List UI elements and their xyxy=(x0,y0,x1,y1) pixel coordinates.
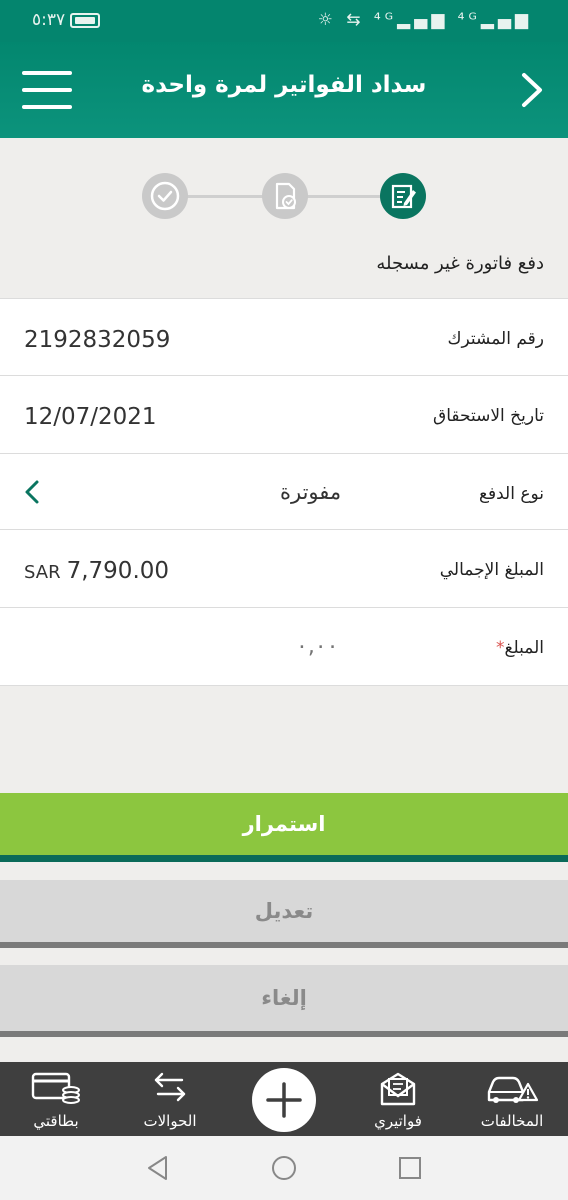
cancel-button[interactable]: إلغاء xyxy=(0,965,568,1037)
system-recents-icon[interactable] xyxy=(396,1154,424,1182)
step-confirm xyxy=(142,173,188,219)
car-warning-icon xyxy=(487,1076,539,1103)
bill-form: رقم المشترك 2192832059 تاريخ الاستحقاق 1… xyxy=(0,298,568,686)
nav-my-bills[interactable]: فواتيري xyxy=(348,1062,448,1136)
status-icons: ☼ ⇆ ⁴ᴳ▂▄▆ ⁴ᴳ▂▄▆ xyxy=(317,10,532,30)
due-date-row: تاريخ الاستحقاق 12/07/2021 xyxy=(0,376,568,454)
system-home-icon[interactable] xyxy=(270,1154,298,1182)
step-caption: دفع فاتورة غير مسجله xyxy=(376,253,544,274)
status-time: ٥:٣٧ xyxy=(32,10,66,30)
back-chevron-icon[interactable] xyxy=(518,72,546,108)
step-connector xyxy=(186,195,264,198)
step-review xyxy=(262,173,308,219)
chevron-left-icon[interactable] xyxy=(22,478,42,506)
doc-check-icon xyxy=(275,182,296,210)
system-back-icon[interactable] xyxy=(144,1154,172,1182)
amount-row: المبلغ* xyxy=(0,608,568,686)
cards-coins-icon xyxy=(31,1072,80,1104)
step-enter-details xyxy=(380,173,426,219)
bill-envelope-icon xyxy=(380,1072,416,1106)
transfer-arrows-icon xyxy=(154,1072,186,1102)
total-value: SAR 7,790.00 xyxy=(24,558,169,584)
continue-button[interactable]: استمرار xyxy=(0,793,568,862)
nav-my-bills-label: فواتيري xyxy=(374,1112,422,1130)
plus-icon xyxy=(266,1082,302,1118)
subscriber-value: 2192832059 xyxy=(24,327,171,353)
subscriber-label: رقم المشترك xyxy=(447,329,544,349)
nav-transfers[interactable]: الحوالات xyxy=(120,1062,220,1136)
amount-input[interactable] xyxy=(296,634,356,659)
payment-type-value[interactable]: مفوترة xyxy=(280,480,341,504)
nav-transfers-label: الحوالات xyxy=(143,1112,197,1130)
due-date-label: تاريخ الاستحقاق xyxy=(433,406,544,426)
amount-label-wrap: المبلغ* xyxy=(492,638,544,658)
status-bar: ٥:٣٧ ☼ ⇆ ⁴ᴳ▂▄▆ ⁴ᴳ▂▄▆ xyxy=(0,0,568,42)
payment-type-label: نوع الدفع xyxy=(478,484,544,504)
due-date-value: 12/07/2021 xyxy=(24,404,157,430)
edit-button[interactable]: تعديل xyxy=(0,880,568,948)
total-currency: SAR xyxy=(24,562,61,583)
nav-violations-label: المخالفات xyxy=(480,1112,544,1130)
total-row: المبلغ الإجمالي SAR 7,790.00 xyxy=(0,530,568,608)
nav-violations[interactable]: المخالفات xyxy=(462,1062,562,1136)
battery-icon xyxy=(70,13,100,28)
page-title: سداد الفواتير لمرة واحدة xyxy=(141,72,427,98)
amount-label: المبلغ xyxy=(504,638,544,658)
total-label: المبلغ الإجمالي xyxy=(439,560,544,580)
edit-doc-icon xyxy=(391,184,416,209)
step-connector xyxy=(306,195,382,198)
nav-my-cards[interactable]: بطاقتي xyxy=(6,1062,106,1136)
app-bar: سداد الفواتير لمرة واحدة xyxy=(0,42,568,138)
total-amount: 7,790.00 xyxy=(66,558,170,584)
stepper: دفع فاتورة غير مسجله xyxy=(0,138,568,298)
payment-type-row[interactable]: نوع الدفع مفوترة xyxy=(0,454,568,530)
check-circle-icon xyxy=(150,181,180,211)
system-nav-bar xyxy=(0,1136,568,1200)
subscriber-row: رقم المشترك 2192832059 xyxy=(0,298,568,376)
add-button[interactable] xyxy=(252,1068,316,1132)
nav-my-cards-label: بطاقتي xyxy=(33,1112,79,1130)
